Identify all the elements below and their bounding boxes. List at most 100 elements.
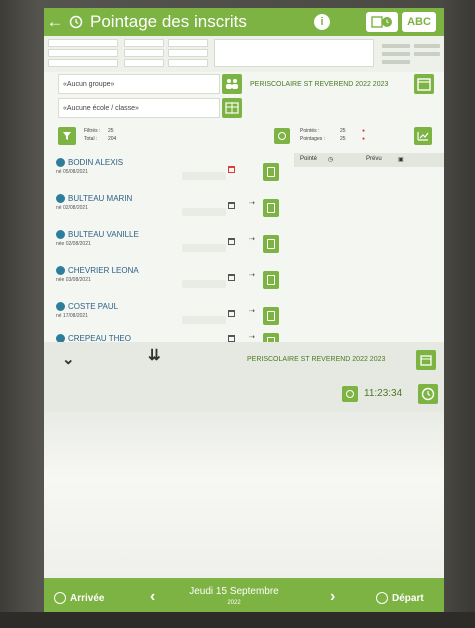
option-checkbox[interactable] [48,39,118,47]
filtered-count: 25 [108,128,114,134]
arrow-icon: ⇢ [249,200,255,207]
calendar-icon[interactable] [228,274,235,281]
clock-icon [376,592,388,604]
school-class-select[interactable]: «Aucune école / classe» [58,98,220,118]
option-field[interactable] [168,59,208,67]
calendar-icon[interactable] [414,74,434,94]
option-label [414,52,440,56]
calendar-icon[interactable] [228,166,235,173]
person-name: CREPEAU THEO [68,334,131,342]
counts-bar: Filtrés : 25 Total : 204 Pointés : 25 ● … [44,123,444,153]
person-name: BULTEAU MARIN [68,194,133,203]
calendar-icon[interactable] [228,310,235,317]
arrow-icon: ⇢ [249,308,255,315]
calendar-icon[interactable] [228,335,235,342]
pointage-button[interactable] [263,307,279,325]
option-field[interactable] [124,49,164,57]
notes-field[interactable] [214,39,374,67]
pointage-button[interactable] [263,199,279,217]
app-screen: ← Pointage des inscrits i ABC «Aucun gro… [44,8,444,620]
arrow-icon: ⇢ [249,334,255,341]
column-pointe[interactable]: Pointé [300,156,317,162]
person-name: CHEVRIER LEONA [68,266,139,275]
option-field[interactable] [48,49,118,57]
list-item[interactable]: BULTEAU MARIN né 02/08/2021 ⇢ [44,190,294,226]
calendar-icon[interactable] [416,350,436,370]
time-field[interactable] [182,280,226,288]
group-people-icon[interactable] [222,74,242,94]
list-item[interactable]: COSTE PAUL né 17/08/2021 ⇢ [44,298,294,334]
calendar-icon[interactable] [228,238,235,245]
option-label [382,52,410,56]
option-field[interactable] [168,49,208,57]
filtered-label: Filtrés : [84,128,101,134]
info-icon[interactable]: i [314,14,330,30]
pointage-button[interactable] [263,163,279,181]
list-item[interactable]: BODIN ALEXIS né 05/08/2021 [44,154,294,190]
chevron-left-icon[interactable]: ‹ [150,588,155,606]
column-clock-icon: ◷ [328,157,334,163]
app-header: ← Pointage des inscrits i ABC [44,8,444,36]
time-field[interactable] [182,316,226,324]
list-item[interactable]: BULTEAU VANILLE née 02/08/2021 ⇢ [44,226,294,262]
option-label [414,44,440,48]
system-navigation-bar [0,612,475,628]
person-dob: née 03/08/2021 [56,277,91,283]
list-item[interactable]: CREPEAU THEO ⇢ [44,330,294,342]
pointage-button[interactable] [263,333,279,342]
person-dob: née 02/08/2021 [56,241,91,247]
person-dob: né 02/08/2021 [56,205,88,211]
total-count: 204 [108,136,117,142]
option-field[interactable] [48,59,118,67]
filter-icon[interactable] [58,127,76,145]
option-field[interactable] [168,39,208,47]
pointage-button[interactable] [263,271,279,289]
chart-icon[interactable] [414,127,432,145]
abc-button[interactable]: ABC [402,12,436,32]
option-field[interactable] [124,59,164,67]
arrow-icon: ⇢ [249,272,255,279]
option-label [382,60,410,64]
time-field[interactable] [182,244,226,252]
arrivee-button[interactable]: Arrivée [54,592,104,604]
pointages-alert: ● [362,136,366,142]
avatar [56,230,65,239]
double-chevron-down-icon[interactable]: ⇊ [148,346,161,364]
time-field[interactable] [182,208,226,216]
clock-icon [66,12,86,32]
avatar [56,266,65,275]
avatar [56,302,65,311]
list-item[interactable]: CHEVRIER LEONA née 03/08/2021 ⇢ [44,262,294,298]
calendar-clock-icon[interactable] [366,12,398,32]
option-field[interactable] [124,39,164,47]
lower-controls: ⌄ ⇊ PERISCOLAIRE ST REVEREND 2022 2023 1… [44,342,444,412]
group-select[interactable]: «Aucun groupe» [58,74,220,94]
time-field[interactable] [182,172,226,180]
pointes-alert: ● [362,128,366,134]
column-header: Pointé ◷ Prévu ▣ [294,153,444,167]
pointages-count: 25 [340,136,346,142]
depart-button[interactable]: Départ [376,592,424,604]
pointages-label: Pointages : [300,136,326,142]
current-year: 2022 [227,600,241,606]
depart-label: Départ [392,592,424,604]
empty-area [44,412,444,578]
calendar-icon[interactable] [228,202,235,209]
arrow-left-icon[interactable]: ← [44,12,66,32]
person-dob: né 17/08/2021 [56,313,88,319]
search-icon[interactable] [342,386,358,402]
avatar [56,194,65,203]
options-panel [44,36,444,72]
chevron-right-icon[interactable]: › [330,588,335,606]
avatar [56,334,65,342]
current-date[interactable]: Jeudi 15 Septembre [174,586,294,597]
option-label [382,44,410,48]
arrow-icon: ⇢ [249,236,255,243]
pointage-button[interactable] [263,235,279,253]
search-icon[interactable] [274,128,290,144]
clock-icon[interactable] [418,384,438,404]
pointes-count: 25 [340,128,346,134]
chevron-down-icon[interactable]: ⌄ [62,350,75,368]
class-grid-icon[interactable] [222,98,242,118]
column-prevu[interactable]: Prévu [366,156,382,162]
